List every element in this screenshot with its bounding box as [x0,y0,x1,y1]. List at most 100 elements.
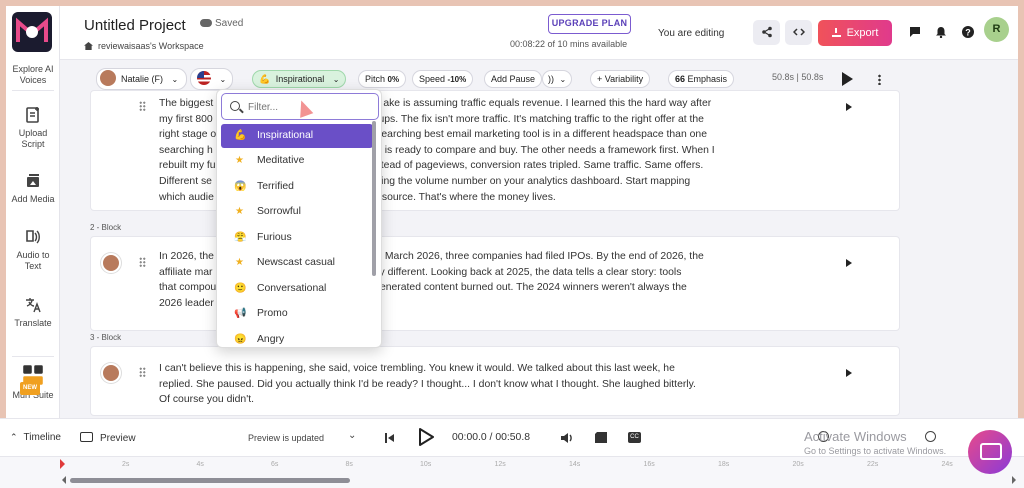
more-options-icon[interactable] [878,74,881,85]
script-block[interactable]: In 2026, the By March 2026, three compani… [90,236,900,331]
help-icon[interactable]: ? [962,26,974,38]
play-block-icon[interactable] [846,103,852,111]
style-option-newscast-casual[interactable]: ★ Newscast casual [221,251,373,275]
murf-logo[interactable] [12,12,52,52]
breadcrumb[interactable]: reviewaisaas's Workspace [84,41,204,51]
smiling-face-icon: 🙂 [234,283,247,294]
volume-icon[interactable] [560,432,574,444]
speed-value: -10% [447,75,467,84]
zoom-in-icon[interactable] [925,431,936,442]
captions-icon[interactable]: CC [628,432,641,443]
block-text[interactable]: I can't believe this is happening, she s… [159,361,749,408]
skip-back-icon[interactable] [385,433,394,443]
drag-handle-icon[interactable] [139,257,146,267]
timeline-toggle[interactable]: ⌃ Timeline [10,432,61,443]
playhead-marker[interactable] [60,459,65,469]
style-option-conversational[interactable]: 🙂 Conversational [221,277,373,301]
avatar[interactable]: R [984,17,1009,42]
pronunciation-button[interactable]: )) ⌄ [542,70,573,88]
flexed-biceps-icon: 💪 [259,74,271,84]
sidebar-item-murf-suite[interactable]: NEW Murf Suite [6,364,60,401]
sidebar-item-add-media[interactable]: Add Media [6,172,60,205]
voice-selector[interactable]: Natalie (F) ⌄ [96,68,188,90]
ruler-tick-label: 4s [196,461,204,468]
embed-button[interactable] [785,20,812,45]
play-block-button[interactable] [842,72,853,86]
emphasis-button[interactable]: 66 Emphasis [668,70,735,88]
language-selector[interactable]: ⌄ [190,68,234,90]
dropdown-scrollbar[interactable] [372,121,376,276]
ruler-tick-label: 2s [122,461,130,468]
upload-file-icon [26,107,39,123]
timeline-scrollbar[interactable] [70,478,350,483]
pitch-control[interactable]: Pitch 0% [358,70,407,88]
sidebar-item-upload-script[interactable]: Upload Script [6,106,60,150]
export-label: Export [846,27,879,39]
scroll-left-icon[interactable] [62,476,66,484]
style-selector[interactable]: 💪 Inspirational ⌄ [252,70,347,88]
style-option-angry[interactable]: 😠 Angry [221,328,373,347]
style-option-furious[interactable]: 😤 Furious [221,226,373,250]
angry-face-icon: 😤 [234,232,247,243]
speed-label: Speed [419,74,446,84]
preview-icon [80,432,93,442]
divider [12,90,54,91]
sidebar-item-audio-to-text[interactable]: Audio to Text [6,228,60,272]
cloud-icon [200,19,212,27]
preview-button[interactable]: Preview [80,432,136,444]
play-block-icon[interactable] [846,259,852,267]
option-label: Sorrowful [257,206,301,217]
speed-control[interactable]: Speed -10% [412,70,474,88]
home-icon [84,42,93,50]
project-title[interactable]: Untitled Project [84,17,186,34]
style-option-inspirational[interactable]: 💪 Inspirational [221,124,373,148]
script-block[interactable]: The biggest ake is assuming traffic equal… [90,90,900,211]
timeline-ruler[interactable]: 2s 4s 6s 8s 10s 12s 14s 16s 18s 20s 22s 24s [0,456,1024,488]
video-icon[interactable] [594,432,608,444]
voice-avatar [100,70,116,86]
script-block[interactable]: I can't believe this is happening, she s… [90,346,900,416]
style-option-meditative[interactable]: ★ Meditative [221,149,373,173]
add-pause-button[interactable]: Add Pause [484,70,543,88]
ruler-tick-label: 22s [867,461,879,468]
svg-text:?: ? [965,28,971,38]
chevron-down-icon[interactable]: ⌄ [348,430,356,441]
sidebar-item-explore-voices[interactable]: Explore AI Voices [6,64,60,86]
ruler-tick-label: 16s [643,461,655,468]
sound-wave-icon: )) [548,74,554,84]
preview-status: Preview is updated [248,433,325,443]
pitch-value: 0% [387,75,400,84]
sidebar: Explore AI Voices Upload Script Add Medi… [6,6,60,418]
playback-time: 00:00.0 / 00:50.8 [452,432,530,443]
save-status: Saved [200,18,243,29]
drag-handle-icon[interactable] [139,367,146,377]
chat-support-button[interactable] [968,430,1012,474]
style-option-promo[interactable]: 📢 Promo [221,302,373,326]
style-option-sorrowful[interactable]: ★ Sorrowful [221,200,373,224]
upgrade-button[interactable]: UPGRADE PLAN [548,14,631,34]
scroll-right-icon[interactable] [1012,476,1016,484]
sidebar-item-translate[interactable]: Translate [6,296,60,329]
pitch-label: Pitch [365,74,386,84]
play-block-icon[interactable] [846,369,852,377]
ruler-tick-label: 12s [494,461,506,468]
windows-watermark-subtitle: Go to Settings to activate Windows. [804,446,947,456]
flexed-biceps-icon: 💪 [234,130,247,141]
option-label: Inspirational [257,130,314,141]
variability-button[interactable]: + Variability [590,70,651,88]
ruler-tick-label: 24s [941,461,953,468]
drag-handle-icon[interactable] [139,101,146,111]
chevron-down-icon: ⌄ [559,75,567,84]
export-button[interactable]: Export [818,20,892,46]
comment-icon[interactable] [909,26,921,38]
angry-face-icon: 😠 [234,334,247,345]
play-icon[interactable] [418,428,434,446]
workspace-name: reviewaisaas's Workspace [98,41,204,51]
speaker-avatar[interactable] [101,363,121,383]
style-option-terrified[interactable]: 😱 Terrified [221,175,373,199]
share-button[interactable] [753,20,780,45]
translate-icon [26,298,41,313]
speaker-avatar[interactable] [101,253,121,273]
bell-icon[interactable] [935,26,947,38]
download-icon [831,28,841,37]
